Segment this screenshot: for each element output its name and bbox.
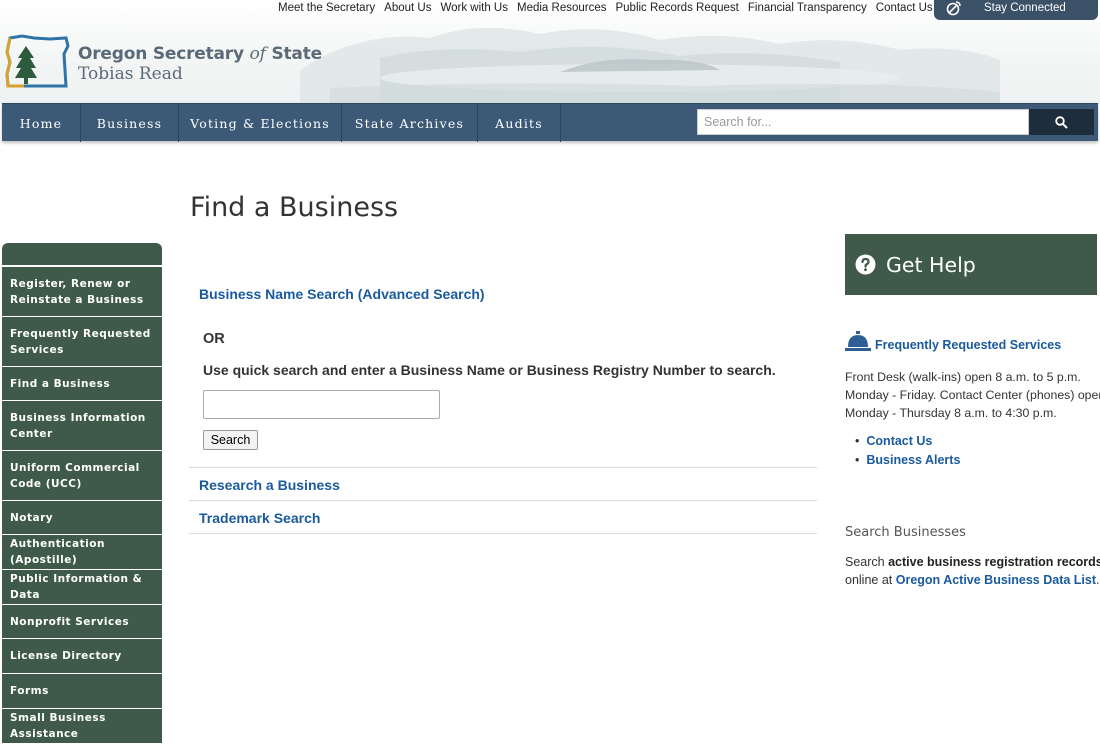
utility-link-work-with-us[interactable]: Work with Us: [440, 2, 508, 14]
or-label: OR: [203, 331, 225, 347]
nav-home[interactable]: Home: [2, 104, 81, 142]
sidebar-item-register-renew[interactable]: Register, Renew or Reinstate a Business: [2, 266, 162, 316]
utility-link-about-us[interactable]: About Us: [384, 2, 431, 14]
list-item: Business Alerts: [855, 451, 960, 470]
satellite-dish-icon: [946, 1, 961, 16]
utility-link-public-records[interactable]: Public Records Request: [615, 2, 738, 14]
advanced-search-link[interactable]: Business Name Search (Advanced Search): [199, 286, 485, 302]
text-part: .: [1096, 573, 1100, 587]
help-links-list: Contact Us Business Alerts: [855, 432, 960, 470]
office-hours: Front Desk (walk-ins) open 8 a.m. to 5 p…: [845, 368, 1100, 422]
sidebar-item-forms[interactable]: Forms: [2, 673, 162, 708]
site-header: Meet the Secretary About Us Work with Us…: [0, 0, 1100, 104]
text-bold: active business registration records: [888, 555, 1100, 569]
service-bell-icon: [845, 331, 871, 351]
hours-line: Monday - Friday. Contact Center (phones)…: [845, 388, 1100, 402]
trademark-search-link[interactable]: Trademark Search: [199, 510, 320, 526]
site-title-of: of: [249, 44, 266, 64]
sidebar-item-apostille[interactable]: Authentication (Apostille): [2, 534, 162, 569]
site-title-part: State: [265, 44, 322, 64]
business-alerts-link[interactable]: Business Alerts: [866, 453, 960, 467]
sidebar-item-nonprofit[interactable]: Nonprofit Services: [2, 604, 162, 638]
divider: [189, 533, 817, 534]
question-circle-icon: [855, 254, 876, 275]
nav-business[interactable]: Business: [81, 104, 179, 142]
text-part: online at: [845, 573, 896, 587]
site-title-part: Oregon Secretary: [78, 44, 250, 64]
site-search-input[interactable]: [697, 109, 1029, 135]
search-businesses-text: Search active business registration reco…: [845, 553, 1100, 589]
sidebar-item-notary[interactable]: Notary: [2, 500, 162, 534]
divider: [189, 500, 817, 501]
stay-connected-label: Stay Connected: [984, 2, 1066, 14]
quick-search-input[interactable]: [203, 390, 440, 419]
sidebar-item-license-directory[interactable]: License Directory: [2, 638, 162, 673]
stay-connected-button[interactable]: Stay Connected: [934, 0, 1098, 20]
search-icon: [1055, 115, 1068, 129]
sidebar-header: [2, 243, 162, 266]
search-businesses-heading: Search Businesses: [845, 525, 966, 540]
sidebar-item-small-business[interactable]: Small Business Assistance: [2, 708, 162, 743]
frequently-requested-link[interactable]: Frequently Requested Services: [875, 338, 1061, 352]
sidebar-item-frequently-requested[interactable]: Frequently Requested Services: [2, 316, 162, 366]
contact-us-link[interactable]: Contact Us: [866, 434, 932, 448]
nav-state-archives[interactable]: State Archives: [342, 104, 478, 142]
text-part: Search: [845, 555, 889, 569]
main-nav: Home Business Voting & Elections State A…: [2, 103, 1098, 142]
site-title[interactable]: Oregon Secretary of State: [78, 44, 322, 64]
hours-line: Monday - Thursday 8 a.m. to 4:30 p.m.: [845, 406, 1057, 420]
site-subtitle: Tobias Read: [78, 64, 183, 84]
sidebar-item-ucc[interactable]: Uniform Commercial Code (UCC): [2, 450, 162, 500]
sidebar-item-business-info-center[interactable]: Business Information Center: [2, 400, 162, 450]
get-help-title: Get Help: [886, 252, 976, 277]
quick-search-instructions: Use quick search and enter a Business Na…: [203, 362, 776, 378]
utility-link-contact-us[interactable]: Contact Us: [876, 2, 933, 14]
nav-audits[interactable]: Audits: [478, 104, 561, 142]
utility-link-financial-transparency[interactable]: Financial Transparency: [748, 2, 867, 14]
utility-link-media-resources[interactable]: Media Resources: [517, 2, 606, 14]
utility-nav: Meet the Secretary About Us Work with Us…: [278, 2, 933, 14]
list-item: Contact Us: [855, 432, 960, 451]
site-search-button[interactable]: [1029, 109, 1094, 135]
get-help-box: Get Help: [845, 234, 1097, 295]
utility-link-meet-secretary[interactable]: Meet the Secretary: [278, 2, 375, 14]
sidebar-nav: Register, Renew or Reinstate a Business …: [2, 243, 162, 743]
sidebar-item-find-business[interactable]: Find a Business: [2, 366, 162, 400]
active-business-data-link[interactable]: Oregon Active Business Data List: [896, 573, 1096, 587]
frequently-requested-heading: Frequently Requested Services: [845, 330, 1061, 352]
sidebar-item-public-info[interactable]: Public Information & Data: [2, 569, 162, 604]
nav-voting-elections[interactable]: Voting & Elections: [179, 104, 342, 142]
research-business-link[interactable]: Research a Business: [199, 477, 340, 493]
hours-line: Front Desk (walk-ins) open 8 a.m. to 5 p…: [845, 370, 1081, 384]
divider: [189, 467, 817, 468]
quick-search-button[interactable]: Search: [203, 430, 258, 450]
oregon-state-logo[interactable]: [4, 34, 72, 90]
page-title: Find a Business: [190, 192, 399, 223]
